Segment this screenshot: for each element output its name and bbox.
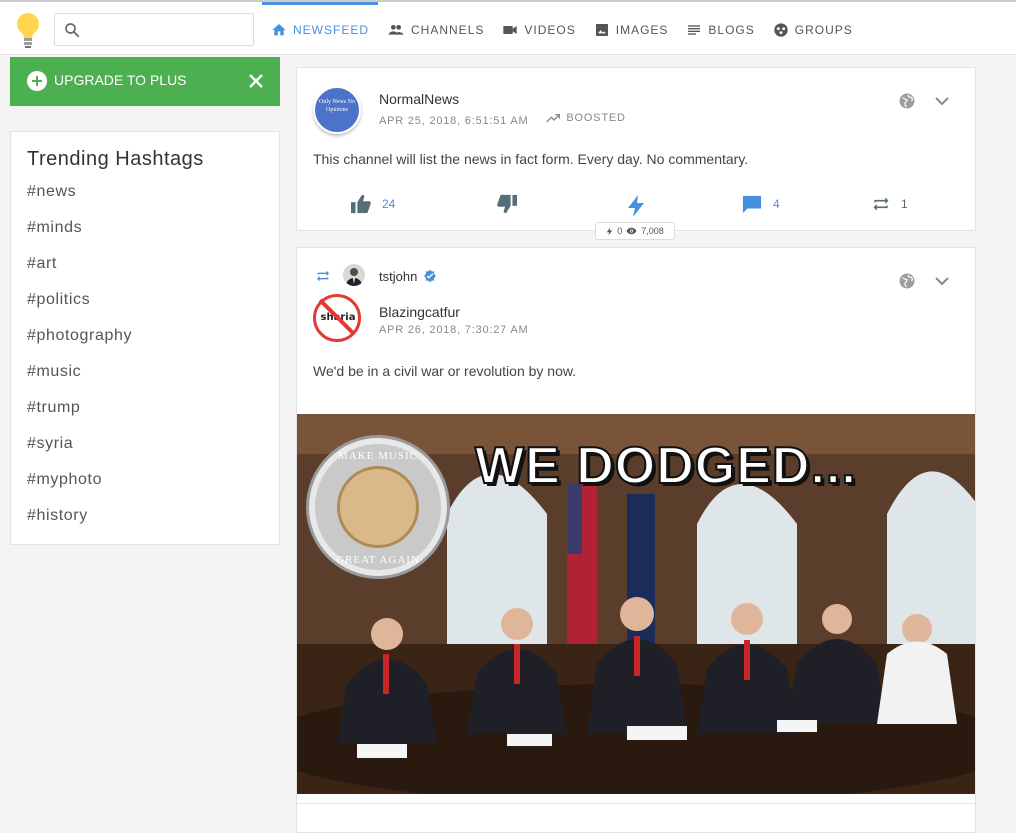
post-text: We'd be in a civil war or revolution by … — [313, 363, 577, 379]
post-meta: APR 25, 2018, 6:51:51 AM BOOSTED — [379, 112, 626, 127]
blogs-icon — [688, 25, 701, 35]
make-music-great-again-seal: MAKE MUSIC GREAT AGAIN — [309, 438, 447, 576]
nav-blogs[interactable]: BLOGS — [677, 2, 763, 55]
avatar[interactable]: sharia — [313, 294, 361, 342]
nav-newsfeed[interactable]: NEWSFEED — [262, 2, 379, 55]
hashtag-item[interactable]: #music — [27, 363, 132, 399]
post-actions: 24 4 1 — [297, 194, 977, 220]
verified-icon — [424, 269, 436, 283]
remind-count: 1 — [901, 197, 908, 211]
avatar[interactable]: Only News No Opinions — [313, 86, 361, 134]
hashtag-item[interactable]: #art — [27, 255, 132, 291]
remind-icon — [317, 270, 329, 282]
upgrade-label: UPGRADE TO PLUS — [54, 72, 187, 88]
repeat-icon — [873, 197, 889, 211]
seal-bottom-text: GREAT AGAIN — [336, 554, 420, 566]
thumbs-up-button[interactable]: 24 — [350, 194, 395, 214]
lightning-bolt-icon — [628, 195, 644, 217]
nav-videos-label: VIDEOS — [524, 23, 576, 37]
nav-newsfeed-label: NEWSFEED — [293, 23, 370, 37]
globe-icon[interactable] — [898, 272, 916, 290]
post-text: This channel will list the news in fact … — [313, 151, 749, 167]
reminder-name[interactable]: tstjohn — [379, 269, 417, 284]
nav-videos[interactable]: VIDEOS — [493, 2, 584, 55]
nav-groups-label: GROUPS — [794, 23, 853, 37]
comment-count: 4 — [773, 197, 780, 211]
chevron-down-icon[interactable] — [933, 272, 951, 290]
globe-icon[interactable] — [898, 92, 916, 110]
search-box[interactable] — [54, 13, 254, 46]
hashtag-item[interactable]: #history — [27, 507, 132, 543]
post-timestamp[interactable]: APR 25, 2018, 6:51:51 AM — [379, 115, 528, 127]
comment-icon — [742, 195, 762, 214]
nav-groups[interactable]: GROUPS — [764, 2, 862, 55]
boosted-label: BOOSTED — [566, 112, 626, 124]
reminder-avatar[interactable] — [343, 264, 365, 286]
add-circle-icon — [27, 71, 47, 91]
nav-channels-label: CHANNELS — [411, 23, 485, 37]
hashtag-item[interactable]: #minds — [27, 219, 132, 255]
home-icon — [272, 24, 286, 36]
thumbs-down-icon — [497, 194, 517, 214]
video-icon — [503, 26, 518, 34]
main-nav: NEWSFEED CHANNELS VIDEOS IMAGES BLOGS GR… — [262, 2, 862, 55]
post-author[interactable]: Blazingcatfur — [379, 304, 460, 320]
boosted-badge: BOOSTED — [546, 112, 625, 124]
nav-blogs-label: BLOGS — [708, 23, 755, 37]
nav-channels[interactable]: CHANNELS — [378, 2, 493, 55]
wire-button[interactable] — [626, 194, 656, 218]
meme-caption: WE DODGED... — [474, 436, 857, 496]
search-input[interactable] — [89, 19, 247, 41]
trending-title: Trending Hashtags — [27, 148, 204, 170]
hashtag-item[interactable]: #photography — [27, 327, 132, 363]
like-count: 24 — [382, 197, 396, 211]
image-icon — [595, 24, 608, 36]
wire-count: 0 — [617, 226, 623, 236]
post-timestamp[interactable]: APR 26, 2018, 7:30:27 AM — [379, 324, 528, 336]
thumbs-up-icon — [351, 194, 371, 214]
lightbulb-logo-icon[interactable] — [14, 11, 42, 49]
upgrade-banner[interactable]: UPGRADE TO PLUS — [10, 57, 280, 106]
hashtag-list: #news #minds #art #politics #photography… — [27, 183, 132, 543]
hashtag-item[interactable]: #politics — [27, 291, 132, 327]
seal-portrait — [337, 466, 419, 548]
post-image[interactable]: MAKE MUSIC GREAT AGAIN WE DODGED... — [297, 414, 975, 794]
chevron-down-icon[interactable] — [933, 92, 951, 110]
view-count: 7,008 — [641, 226, 664, 236]
comment-button[interactable]: 4 — [741, 194, 780, 214]
nav-images[interactable]: IMAGES — [585, 2, 678, 55]
close-icon[interactable] — [244, 69, 268, 93]
person-silhouette-icon — [346, 268, 362, 286]
newsfeed-post: tstjohn sharia Blazingcatfur APR 26, 201… — [296, 247, 976, 807]
small-bolt-icon — [606, 227, 613, 235]
hashtag-item[interactable]: #myphoto — [27, 471, 132, 507]
groups-icon — [774, 23, 788, 37]
top-bar: NEWSFEED CHANNELS VIDEOS IMAGES BLOGS GR… — [0, 0, 1016, 55]
post-stats: 0 7,008 — [595, 222, 675, 240]
post-author[interactable]: NormalNews — [379, 91, 459, 107]
remind-button[interactable]: 1 — [871, 194, 908, 214]
newsfeed-post-next — [296, 803, 976, 833]
hashtag-item[interactable]: #trump — [27, 399, 132, 435]
trending-hashtags-panel: Trending Hashtags #news #minds #art #pol… — [10, 131, 280, 545]
hashtag-item[interactable]: #news — [27, 183, 132, 219]
trending-up-icon — [546, 114, 561, 123]
seal-top-text: MAKE MUSIC — [338, 450, 418, 462]
hashtag-item[interactable]: #syria — [27, 435, 132, 471]
thumbs-down-button[interactable] — [496, 194, 528, 214]
search-icon — [65, 23, 80, 38]
eye-icon — [626, 227, 637, 235]
avatar-text: Only News No Opinions — [319, 99, 355, 113]
newsfeed-post: Only News No Opinions NormalNews APR 25,… — [296, 67, 977, 240]
nav-images-label: IMAGES — [615, 23, 669, 37]
avatar-text: sharia — [320, 312, 356, 323]
people-icon — [388, 25, 404, 35]
